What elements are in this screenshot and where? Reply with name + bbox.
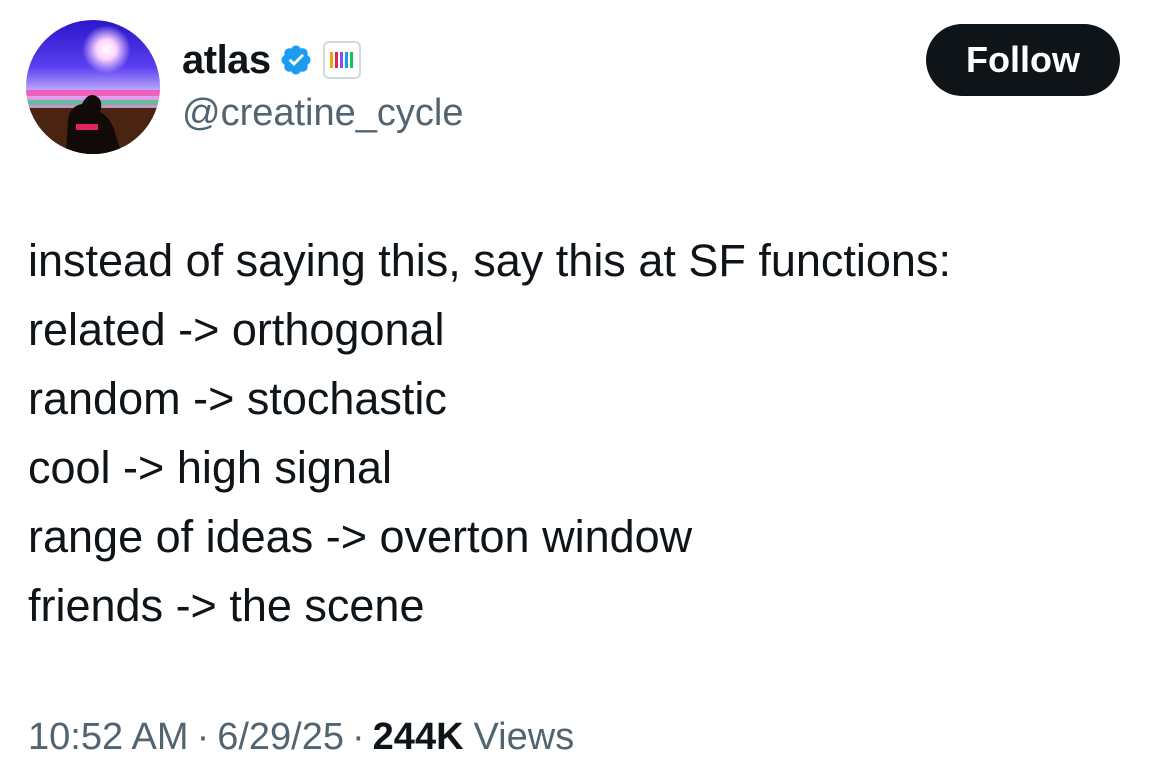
tweet-metadata: 10:52 AM · 6/29/25 · 244K Views (28, 716, 574, 759)
name-row: atlas (182, 36, 463, 84)
views-count[interactable]: 244K (373, 716, 464, 759)
tweet-header: atlas @creatine_cycle Follow (0, 0, 1170, 170)
affiliate-bars-icon[interactable] (322, 41, 361, 79)
follow-button[interactable]: Follow (926, 24, 1120, 96)
author-display-name[interactable]: atlas (182, 38, 271, 83)
tweet-line: instead of saying this, say this at SF f… (28, 235, 951, 286)
tweet-line: cool -> high signal (28, 442, 392, 493)
avatar-image (26, 20, 160, 154)
views-label: Views (473, 716, 575, 758)
separator-dot: · (196, 716, 210, 758)
author-avatar[interactable] (26, 20, 160, 154)
separator-dot: · (352, 716, 365, 758)
tweet-text: instead of saying this, say this at SF f… (28, 226, 1148, 640)
tweet-line: friends -> the scene (28, 580, 425, 631)
tweet-time[interactable]: 10:52 AM (28, 716, 189, 759)
author-handle[interactable]: @creatine_cycle (182, 92, 463, 135)
author-info: atlas @creatine_cycle (182, 36, 463, 135)
tweet-line: range of ideas -> overton window (28, 511, 693, 562)
tweet-line: random -> stochastic (28, 373, 447, 424)
tweet-line: related -> orthogonal (28, 304, 445, 355)
verified-check-icon (279, 43, 313, 77)
tweet-date[interactable]: 6/29/25 (217, 716, 344, 759)
